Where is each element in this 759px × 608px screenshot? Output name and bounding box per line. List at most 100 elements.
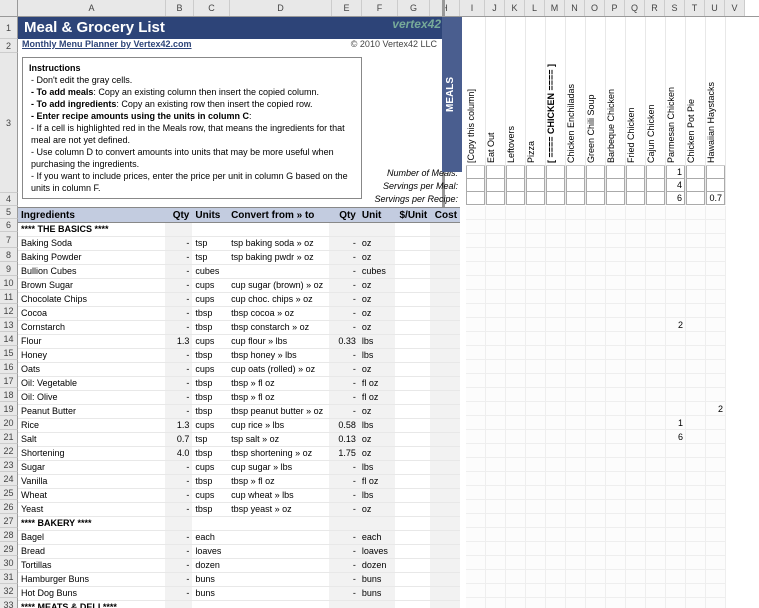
grid-cell[interactable]: [606, 444, 626, 458]
ing-convert[interactable]: [228, 223, 329, 236]
grid-cell[interactable]: [586, 332, 606, 346]
meal-value-cell[interactable]: [626, 192, 645, 205]
ingredient-row[interactable]: Bullion Cubes-cubes-cubes: [18, 265, 460, 279]
grid-cell[interactable]: [626, 584, 646, 598]
meal-value-cell[interactable]: [566, 192, 585, 205]
grid-cell[interactable]: [646, 472, 666, 486]
grid-cell[interactable]: [706, 360, 726, 374]
grid-cell[interactable]: [506, 416, 526, 430]
meal-value-cell[interactable]: [606, 166, 625, 179]
grid-cell[interactable]: [526, 304, 546, 318]
grid-cell[interactable]: [506, 220, 526, 234]
grid-cell[interactable]: [666, 458, 686, 472]
grid-cell[interactable]: [506, 542, 526, 556]
grid-cell[interactable]: 1: [666, 416, 686, 430]
grid-cell[interactable]: [646, 388, 666, 402]
col-R[interactable]: R: [645, 0, 665, 16]
grid-cell[interactable]: [606, 220, 626, 234]
grid-cell[interactable]: [626, 262, 646, 276]
grid-cell[interactable]: [686, 402, 706, 416]
grid-cell[interactable]: [626, 248, 646, 262]
ing-units[interactable]: tsp: [192, 433, 228, 446]
ing-convert[interactable]: tbsp honey » lbs: [228, 349, 329, 362]
grid-cell[interactable]: [686, 444, 706, 458]
grid-cell[interactable]: [626, 570, 646, 584]
col-A[interactable]: A: [18, 0, 166, 16]
grid-cell[interactable]: [506, 472, 526, 486]
grid-cell[interactable]: [626, 500, 646, 514]
grid-cell[interactable]: [666, 234, 686, 248]
grid-cell[interactable]: [506, 374, 526, 388]
grid-cell[interactable]: [586, 360, 606, 374]
grid-cell[interactable]: [606, 248, 626, 262]
grid-cell[interactable]: [466, 290, 486, 304]
row-29[interactable]: 29: [0, 542, 18, 556]
col-S[interactable]: S: [665, 0, 685, 16]
grid-cell[interactable]: [586, 598, 606, 608]
grid-cell[interactable]: [506, 402, 526, 416]
grid-cell[interactable]: [466, 444, 486, 458]
grid-cell[interactable]: [486, 458, 506, 472]
grid-cell[interactable]: [486, 430, 506, 444]
col-J[interactable]: J: [485, 0, 505, 16]
grid-cell[interactable]: [646, 458, 666, 472]
grid-cell[interactable]: [526, 206, 546, 220]
ing-price-unit[interactable]: [395, 405, 431, 418]
grid-cell[interactable]: [626, 444, 646, 458]
grid-cell[interactable]: [586, 304, 606, 318]
grid-cell[interactable]: [526, 248, 546, 262]
ing-convert[interactable]: tsp baking pwdr » oz: [228, 251, 329, 264]
meal-value-cell[interactable]: 6: [666, 192, 685, 205]
grid-cell[interactable]: [546, 486, 566, 500]
ing-units[interactable]: [192, 601, 228, 608]
grid-cell[interactable]: [646, 346, 666, 360]
grid-cell[interactable]: [586, 276, 606, 290]
meal-value-cell[interactable]: [486, 179, 505, 192]
grid-cell[interactable]: [706, 598, 726, 608]
grid-cell[interactable]: [686, 248, 706, 262]
ing-convert[interactable]: tbsp » fl oz: [228, 391, 329, 404]
ing-convert[interactable]: tbsp constarch » oz: [228, 321, 329, 334]
grid-cell[interactable]: [546, 388, 566, 402]
row-28[interactable]: 28: [0, 528, 18, 542]
grid-cell[interactable]: [626, 290, 646, 304]
grid-cell[interactable]: [506, 486, 526, 500]
ing-price-unit[interactable]: [395, 587, 431, 600]
grid-cell[interactable]: [706, 430, 726, 444]
ing-price-unit[interactable]: [395, 475, 431, 488]
ing-units[interactable]: loaves: [192, 545, 228, 558]
grid-cell[interactable]: [646, 374, 666, 388]
grid-cell[interactable]: [606, 332, 626, 346]
grid-cell[interactable]: [646, 262, 666, 276]
grid-cell[interactable]: [646, 206, 666, 220]
grid-cell[interactable]: [486, 262, 506, 276]
grid-cell[interactable]: [606, 416, 626, 430]
meal-value-cell[interactable]: [466, 166, 485, 179]
grid-cell[interactable]: [486, 542, 506, 556]
meal-value-cell[interactable]: [526, 192, 545, 205]
grid-cell[interactable]: [666, 276, 686, 290]
grid-cell[interactable]: [706, 304, 726, 318]
col-F[interactable]: F: [362, 0, 398, 16]
grid-cell[interactable]: [466, 206, 486, 220]
grid-cell[interactable]: [526, 528, 546, 542]
grid-cell[interactable]: [586, 584, 606, 598]
grid-cell[interactable]: [646, 556, 666, 570]
grid-cell[interactable]: [606, 542, 626, 556]
grid-cell[interactable]: [566, 514, 586, 528]
ing-units[interactable]: [192, 517, 228, 530]
grid-cell[interactable]: [586, 346, 606, 360]
grid-cell[interactable]: [666, 402, 686, 416]
grid-cell[interactable]: [486, 486, 506, 500]
grid-cell[interactable]: [666, 514, 686, 528]
col-D[interactable]: D: [230, 0, 332, 16]
grid-cell[interactable]: [606, 528, 626, 542]
grid-cell[interactable]: [506, 388, 526, 402]
grid-cell[interactable]: [666, 248, 686, 262]
grid-cell[interactable]: [506, 598, 526, 608]
grid-cell[interactable]: [486, 360, 506, 374]
grid-cell[interactable]: [506, 206, 526, 220]
grid-cell[interactable]: [526, 472, 546, 486]
ing-convert[interactable]: cup sugar » lbs: [228, 461, 329, 474]
ingredient-row[interactable]: Hamburger Buns-buns-buns: [18, 573, 460, 587]
